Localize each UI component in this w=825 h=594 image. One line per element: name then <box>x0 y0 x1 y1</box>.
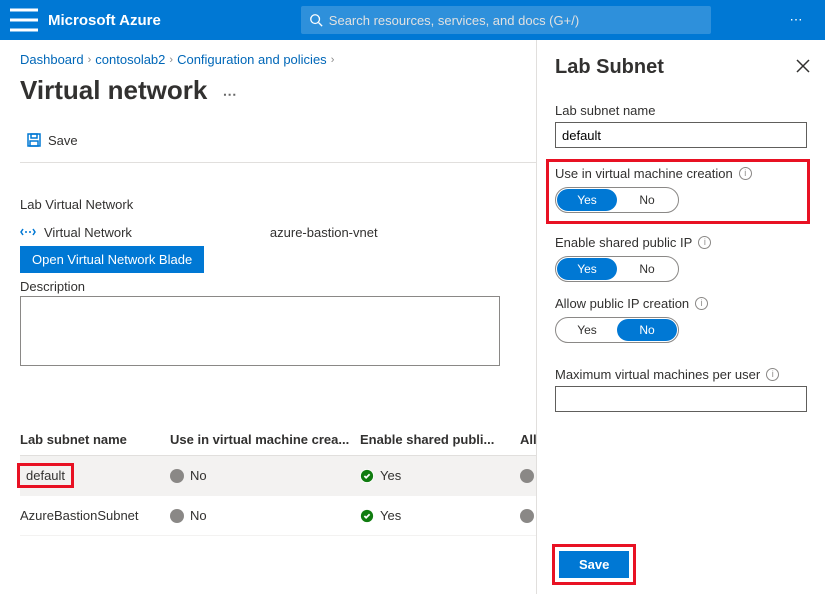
virtual-network-icon <box>20 224 36 240</box>
breadcrumb-item[interactable]: contosolab2 <box>95 52 165 67</box>
shared-ip-toggle[interactable]: Yes No <box>555 256 679 282</box>
brand-label: Microsoft Azure <box>48 12 161 29</box>
chevron-right-icon: › <box>88 54 92 66</box>
main-content: Dashboard › contosolab2 › Configuration … <box>0 40 825 548</box>
subnet-name-cell: default <box>20 466 71 485</box>
info-icon[interactable]: i <box>739 167 752 180</box>
status-check-icon <box>360 469 374 483</box>
toggle-yes[interactable]: Yes <box>557 258 617 280</box>
toggle-yes[interactable]: Yes <box>557 189 617 211</box>
label-text: Allow public IP creation <box>555 296 689 311</box>
virtual-network-link[interactable]: Virtual Network <box>44 225 132 240</box>
cell-text: No <box>190 508 207 523</box>
panel-save-button[interactable]: Save <box>559 551 629 578</box>
allow-ip-toggle[interactable]: Yes No <box>555 317 679 343</box>
subnet-name-cell: AzureBastionSubnet <box>20 508 139 523</box>
cell-text: Yes <box>380 468 401 483</box>
subnet-name-label: Lab subnet name <box>555 103 807 118</box>
cell-text: Yes <box>380 508 401 523</box>
th-shared[interactable]: Enable shared publi... <box>360 432 520 447</box>
toggle-no[interactable]: No <box>617 319 677 341</box>
panel-save-wrap: Save <box>555 547 633 582</box>
status-dot-gray <box>520 509 534 523</box>
use-in-vm-toggle[interactable]: Yes No <box>555 187 679 213</box>
save-icon <box>26 132 42 148</box>
status-dot-gray <box>170 469 184 483</box>
top-bar: Microsoft Azure ⋯ <box>0 0 825 40</box>
more-icon[interactable]: ⋯ <box>777 12 817 28</box>
label-text: Maximum virtual machines per user <box>555 367 760 382</box>
chevron-right-icon: › <box>169 54 173 66</box>
info-icon[interactable]: i <box>695 297 708 310</box>
close-icon[interactable] <box>795 58 811 74</box>
menu-icon[interactable] <box>8 4 40 36</box>
max-vm-label: Maximum virtual machines per user i <box>555 367 807 382</box>
breadcrumb-item[interactable]: Configuration and policies <box>177 52 327 67</box>
status-dot-gray <box>520 469 534 483</box>
th-name[interactable]: Lab subnet name <box>20 432 170 447</box>
shared-ip-label: Enable shared public IP i <box>555 235 807 250</box>
status-check-icon <box>360 509 374 523</box>
label-text: Use in virtual machine creation <box>555 166 733 181</box>
label-text: Enable shared public IP <box>555 235 692 250</box>
virtual-network-name: azure-bastion-vnet <box>270 225 378 240</box>
search-input[interactable] <box>329 13 703 28</box>
allow-ip-block: Allow public IP creation i Yes No <box>555 296 807 343</box>
shared-ip-block: Enable shared public IP i Yes No <box>555 235 807 282</box>
chevron-right-icon: › <box>331 54 335 66</box>
subnet-name-input[interactable] <box>555 122 807 148</box>
breadcrumb-item[interactable]: Dashboard <box>20 52 84 67</box>
use-in-vm-block: Use in virtual machine creation i Yes No <box>549 162 807 221</box>
th-use[interactable]: Use in virtual machine crea... <box>170 432 360 447</box>
allow-ip-label: Allow public IP creation i <box>555 296 807 311</box>
cell-text: No <box>190 468 207 483</box>
lab-subnet-panel: Lab Subnet Lab subnet name Use in virtua… <box>536 40 825 594</box>
status-dot-gray <box>170 509 184 523</box>
toggle-no[interactable]: No <box>617 189 677 211</box>
toggle-no[interactable]: No <box>617 258 677 280</box>
info-icon[interactable]: i <box>698 236 711 249</box>
save-label: Save <box>48 133 78 148</box>
more-icon[interactable]: ⋯ <box>223 86 238 102</box>
description-input[interactable] <box>20 296 500 366</box>
use-in-vm-label: Use in virtual machine creation i <box>555 166 801 181</box>
search-box[interactable] <box>301 6 711 34</box>
page-title-text: Virtual network <box>20 75 207 105</box>
panel-title: Lab Subnet <box>555 56 807 79</box>
max-vm-input[interactable] <box>555 386 807 412</box>
open-vnet-blade-button[interactable]: Open Virtual Network Blade <box>20 246 204 273</box>
save-button[interactable]: Save <box>20 128 84 152</box>
info-icon[interactable]: i <box>766 368 779 381</box>
toggle-yes[interactable]: Yes <box>557 319 617 341</box>
search-icon <box>309 13 323 27</box>
